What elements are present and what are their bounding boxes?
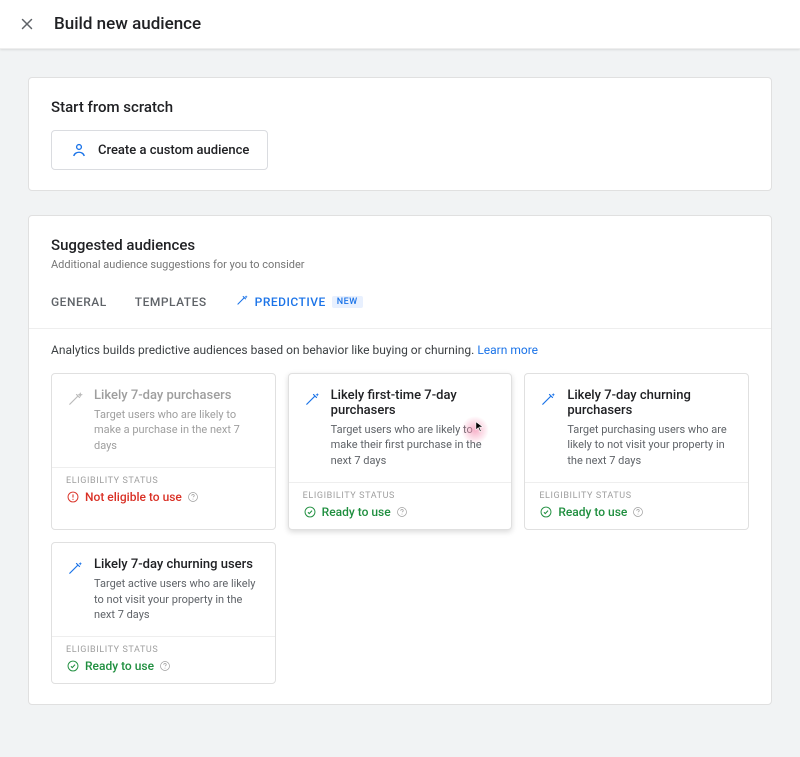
status-text: Not eligible to use	[85, 490, 182, 504]
tab-predictive[interactable]: PREDICTIVE NEW	[235, 285, 363, 318]
eligibility-label: ELIGIBILITY STATUS	[539, 491, 734, 501]
card-title: Likely 7-day churning users	[94, 557, 261, 572]
card-desc: Target users who are likely to make thei…	[331, 422, 498, 468]
status-text: Ready to use	[558, 505, 627, 519]
card-likely-7day-churning-purchasers[interactable]: Likely 7-day churning purchasers Target …	[524, 373, 749, 530]
help-icon[interactable]	[159, 660, 171, 672]
magic-wand-icon	[303, 390, 321, 408]
scratch-heading: Start from scratch	[51, 98, 749, 116]
suggested-audiences-panel: Suggested audiences Additional audience …	[28, 215, 772, 705]
help-icon[interactable]	[396, 506, 408, 518]
help-icon[interactable]	[187, 491, 199, 503]
magic-wand-icon	[539, 390, 557, 408]
status-text: Ready to use	[322, 505, 391, 519]
magic-wand-icon	[66, 390, 84, 408]
check-icon	[303, 505, 317, 519]
help-icon[interactable]	[632, 506, 644, 518]
close-icon[interactable]	[18, 15, 36, 33]
suggested-heading: Suggested audiences	[51, 236, 749, 254]
magic-wand-icon	[235, 293, 249, 310]
eligibility-label: ELIGIBILITY STATUS	[66, 645, 261, 655]
tab-predictive-label: PREDICTIVE	[255, 295, 326, 309]
tab-templates[interactable]: TEMPLATES	[135, 285, 207, 318]
card-likely-7day-purchasers[interactable]: Likely 7-day purchasers Target users who…	[51, 373, 276, 530]
cards-grid: Likely 7-day purchasers Target users who…	[51, 373, 749, 684]
predictive-description-text: Analytics builds predictive audiences ba…	[51, 343, 474, 357]
start-from-scratch-panel: Start from scratch Create a custom audie…	[28, 77, 772, 191]
page-title: Build new audience	[54, 14, 201, 34]
status-ready: Ready to use	[303, 505, 498, 519]
card-likely-7day-churning-users[interactable]: Likely 7-day churning users Target activ…	[51, 542, 276, 684]
status-ready: Ready to use	[539, 505, 734, 519]
card-desc: Target purchasing users who are likely t…	[567, 422, 734, 468]
eligibility-label: ELIGIBILITY STATUS	[303, 491, 498, 501]
create-custom-audience-label: Create a custom audience	[98, 143, 249, 158]
divider	[29, 328, 771, 329]
status-ready: Ready to use	[66, 659, 261, 673]
suggested-subheading: Additional audience suggestions for you …	[51, 258, 749, 271]
check-icon	[66, 659, 80, 673]
magic-wand-icon	[66, 559, 84, 577]
tabs-row: GENERAL TEMPLATES PREDICTIVE NEW	[51, 285, 749, 318]
card-desc: Target active users who are likely to no…	[94, 576, 261, 622]
predictive-description: Analytics builds predictive audiences ba…	[51, 343, 749, 357]
person-icon	[70, 141, 88, 159]
top-bar: Build new audience	[0, 0, 800, 49]
check-icon	[539, 505, 553, 519]
new-badge: NEW	[332, 296, 363, 308]
card-title: Likely first-time 7-day purchasers	[331, 388, 498, 418]
main-content: Start from scratch Create a custom audie…	[0, 49, 800, 757]
status-not-eligible: Not eligible to use	[66, 490, 261, 504]
learn-more-link[interactable]: Learn more	[477, 343, 538, 357]
error-icon	[66, 490, 80, 504]
status-text: Ready to use	[85, 659, 154, 673]
card-likely-first-time-7day-purchasers[interactable]: Likely first-time 7-day purchasers Targe…	[288, 373, 513, 530]
card-title: Likely 7-day purchasers	[94, 388, 261, 403]
create-custom-audience-button[interactable]: Create a custom audience	[51, 130, 268, 170]
card-desc: Target users who are likely to make a pu…	[94, 407, 261, 453]
eligibility-label: ELIGIBILITY STATUS	[66, 476, 261, 486]
tab-general[interactable]: GENERAL	[51, 285, 107, 318]
card-title: Likely 7-day churning purchasers	[567, 388, 734, 418]
